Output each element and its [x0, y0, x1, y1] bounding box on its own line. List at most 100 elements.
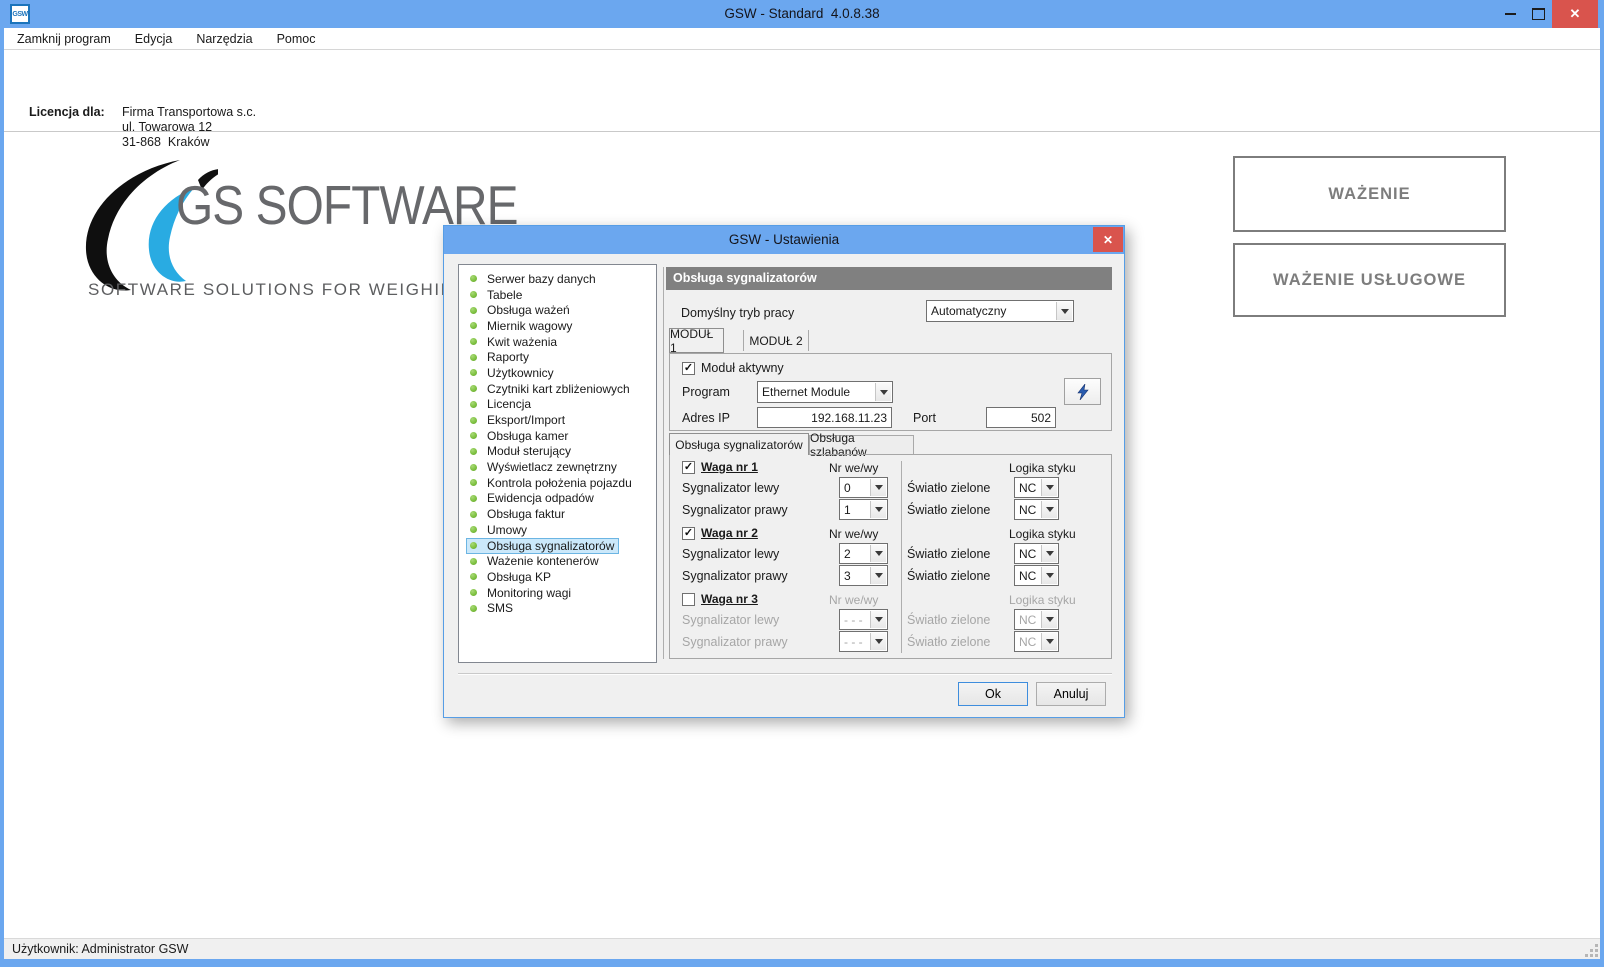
menu-zamknij-program[interactable]: Zamknij program — [17, 32, 111, 46]
test-connection-button[interactable] — [1064, 378, 1101, 405]
scale-2-header: ✓ Waga nr 2 — [682, 526, 758, 540]
scale-1-right-logic-select[interactable]: NC — [1014, 499, 1059, 520]
sidebar-item-raporty[interactable]: Raporty — [459, 349, 656, 365]
chevron-down-icon — [1041, 545, 1057, 562]
sidebar-item-obsluga-kamer[interactable]: Obsługa kamer — [459, 428, 656, 444]
scale-2-left-logic-select[interactable]: NC — [1014, 543, 1059, 564]
window-border-right — [1600, 28, 1604, 967]
program-select[interactable]: Ethernet Module — [757, 381, 893, 403]
dialog-close-button[interactable]: ✕ — [1093, 227, 1123, 252]
green-light-label: Światło zielone — [907, 635, 990, 649]
tab-obsluga-sygnalizatorow[interactable]: Obsługa sygnalizatorów — [669, 433, 809, 455]
scale-3-checkbox[interactable] — [682, 593, 695, 606]
close-icon: ✕ — [1103, 233, 1113, 247]
chevron-down-icon — [1056, 302, 1072, 320]
scale-1-left-logic-select[interactable]: NC — [1014, 477, 1059, 498]
sidebar-item-obsluga-kp[interactable]: Obsługa KP — [459, 569, 656, 585]
green-dot-icon — [470, 291, 477, 298]
col-logic-header: Logika styku — [1009, 461, 1076, 475]
scale-1-header: ✓ Waga nr 1 — [682, 460, 758, 474]
maximize-button[interactable] — [1524, 0, 1552, 28]
green-dot-icon — [470, 322, 477, 329]
sidebar-item-kontrola-polozenia[interactable]: Kontrola położenia pojazdu — [459, 475, 656, 491]
wazenie-uslugowe-button[interactable]: WAŻENIE USŁUGOWE — [1233, 243, 1506, 317]
sidebar-item-wyswietlacz-zewnetrzny[interactable]: Wyświetlacz zewnętrzny — [459, 459, 656, 475]
connect-lightning-icon — [1076, 384, 1090, 400]
window-border-left — [0, 28, 4, 967]
scale-3-left-io-select[interactable]: - - - — [839, 609, 888, 630]
license-line: Firma Transportowa s.c. — [122, 105, 256, 119]
green-light-label: Światło zielone — [907, 481, 990, 495]
footer-separator — [458, 673, 1112, 675]
sidebar-item-obsluga-faktur[interactable]: Obsługa faktur — [459, 506, 656, 522]
default-mode-label: Domyślny tryb pracy — [681, 306, 794, 320]
sidebar-item-tabele[interactable]: Tabele — [459, 287, 656, 303]
sidebar-item-ewidencja-odpadow[interactable]: Ewidencja odpadów — [459, 491, 656, 507]
menu-narzedzia[interactable]: Narzędzia — [196, 32, 252, 46]
window-titlebar[interactable]: GSW GSW - Standard 4.0.8.38 ✕ — [0, 0, 1604, 28]
scale-3-header: Waga nr 3 — [682, 592, 758, 606]
sidebar-item-umowy[interactable]: Umowy — [459, 522, 656, 538]
check-icon: ✓ — [684, 462, 693, 473]
sidebar-item-wazenie-kontenerow[interactable]: Ważenie kontenerów — [459, 553, 656, 569]
menu-edycja[interactable]: Edycja — [135, 32, 173, 46]
tab-modul-2[interactable]: MODUŁ 2 — [743, 330, 809, 351]
minimize-button[interactable] — [1496, 0, 1524, 28]
chevron-down-icon — [1041, 633, 1057, 650]
settings-category-list: Serwer bazy danych Tabele Obsługa ważeń … — [458, 264, 657, 663]
scale-3-left-logic-select[interactable]: NC — [1014, 609, 1059, 630]
cancel-button[interactable]: Anuluj — [1036, 682, 1106, 706]
license-label: Licencja dla: — [29, 105, 105, 119]
sidebar-item-serwer-bazy-danych[interactable]: Serwer bazy danych — [459, 271, 656, 287]
scale-2-right-logic-select[interactable]: NC — [1014, 565, 1059, 586]
scale-1-right-io-select[interactable]: 1 — [839, 499, 888, 520]
tab-modul-1[interactable]: MODUŁ 1 — [669, 328, 724, 353]
sidebar-item-uzytkownicy[interactable]: Użytkownicy — [459, 365, 656, 381]
green-dot-icon — [470, 495, 477, 502]
scale-1-left-io-select[interactable]: 0 — [839, 477, 888, 498]
green-dot-icon — [470, 354, 477, 361]
settings-dialog: GSW - Ustawienia ✕ Serwer bazy danych Ta… — [443, 225, 1125, 718]
green-dot-icon — [470, 558, 477, 565]
green-dot-icon — [470, 385, 477, 392]
port-field[interactable]: 502 — [986, 407, 1056, 428]
chevron-down-icon — [1041, 611, 1057, 628]
sidebar-item-kwit-wazenia[interactable]: Kwit ważenia — [459, 334, 656, 350]
sidebar-item-monitoring-wagi[interactable]: Monitoring wagi — [459, 585, 656, 601]
sidebar-item-eksport-import[interactable]: Eksport/Import — [459, 412, 656, 428]
close-button[interactable]: ✕ — [1552, 0, 1598, 28]
sidebar-item-obsluga-sygnalizatorow[interactable]: Obsługa sygnalizatorów — [459, 538, 656, 554]
default-mode-select[interactable]: Automatyczny — [926, 300, 1074, 322]
sidebar-item-licencja[interactable]: Licencja — [459, 397, 656, 413]
dialog-titlebar[interactable]: GSW - Ustawienia — [444, 226, 1124, 254]
tab-obsluga-szlabanow[interactable]: Obsługa szlabanów — [809, 435, 914, 454]
scale-2-right-io-select[interactable]: 3 — [839, 565, 888, 586]
scale-3-right-logic-select[interactable]: NC — [1014, 631, 1059, 652]
ok-button[interactable]: Ok — [958, 682, 1028, 706]
scale-1-checkbox[interactable]: ✓ — [682, 461, 695, 474]
sidebar-item-obsluga-wazen[interactable]: Obsługa ważeń — [459, 302, 656, 318]
ip-field[interactable]: 192.168.11.23 — [757, 407, 892, 428]
sidebar-item-czytniki-kart[interactable]: Czytniki kart zbliżeniowych — [459, 381, 656, 397]
wazenie-button[interactable]: WAŻENIE — [1233, 156, 1506, 232]
chevron-down-icon — [870, 611, 886, 628]
status-user: Użytkownik: Administrator GSW — [12, 942, 188, 956]
sidebar-item-modul-sterujacy[interactable]: Moduł sterujący — [459, 444, 656, 460]
chevron-down-icon — [1041, 479, 1057, 496]
scale-2-checkbox[interactable]: ✓ — [682, 527, 695, 540]
scale-2-left-io-select[interactable]: 2 — [839, 543, 888, 564]
column-divider — [901, 461, 902, 653]
sidebar-item-sms[interactable]: SMS — [459, 600, 656, 616]
sidebar-item-miernik-wagowy[interactable]: Miernik wagowy — [459, 318, 656, 334]
module-active-checkbox[interactable]: ✓ — [682, 362, 695, 375]
program-label: Program — [682, 385, 730, 399]
menu-pomoc[interactable]: Pomoc — [277, 32, 316, 46]
scale-3-right-io-select[interactable]: - - - — [839, 631, 888, 652]
maximize-icon — [1532, 8, 1545, 20]
resize-grip[interactable] — [1586, 944, 1598, 956]
green-dot-icon — [470, 432, 477, 439]
chevron-down-icon — [870, 479, 886, 496]
green-dot-icon — [470, 369, 477, 376]
check-icon: ✓ — [684, 528, 693, 539]
green-dot-icon — [470, 511, 477, 518]
